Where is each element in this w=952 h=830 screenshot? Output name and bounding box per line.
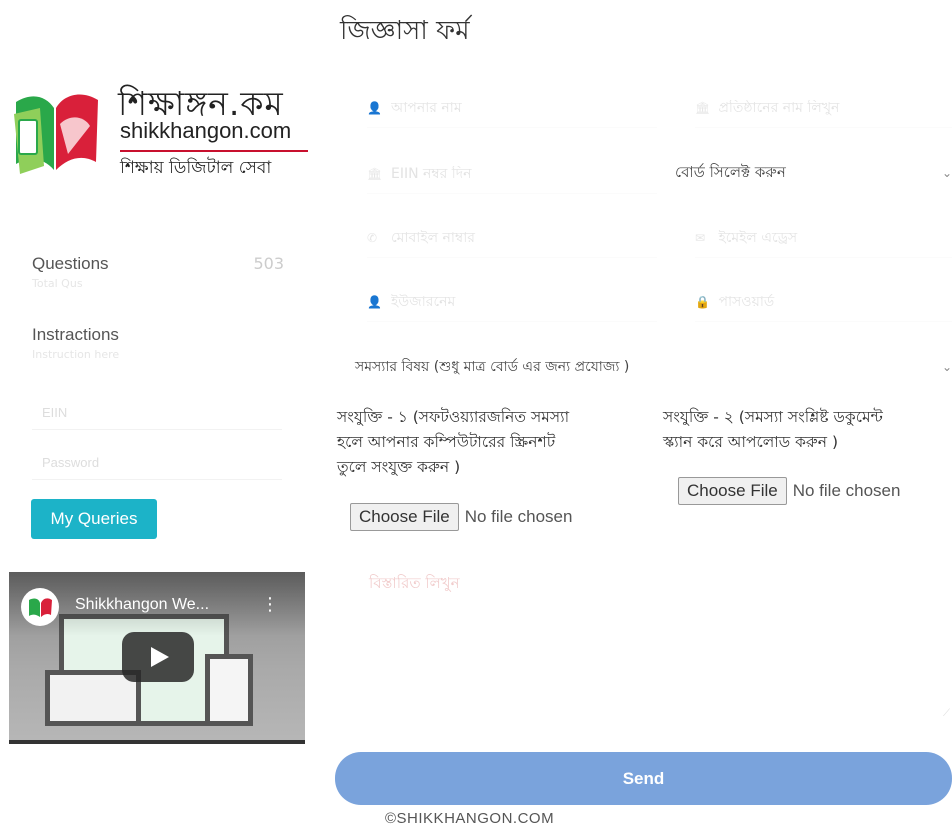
eiin-field[interactable]: 🏛 <box>367 154 657 194</box>
eiin-login-input[interactable] <box>32 396 282 430</box>
tablet-graphic <box>205 654 253 726</box>
brand-divider <box>120 150 308 152</box>
stat-value: 503 <box>253 254 284 273</box>
attachment-1-label: সংযুক্তি - ১ (সফটওয়্যারজনিত সমস্যা হলে … <box>337 405 637 480</box>
copyright: ©SHIKKHANGON.COM <box>385 810 555 827</box>
stat-sub: Instruction here <box>32 348 120 361</box>
brand-logo[interactable]: শিক্ষাঙ্গন.কম shikkhangon.com শিক্ষায় ড… <box>10 78 310 188</box>
choose-file-button[interactable]: Choose File <box>350 503 459 531</box>
stat-questions: Questions 503 Total Qus <box>32 254 292 290</box>
lock-icon: 🔒 <box>695 294 710 309</box>
eiin-input[interactable] <box>391 165 631 182</box>
choose-file-button[interactable]: Choose File <box>678 477 787 505</box>
chevron-down-icon: ⌄ <box>941 360 952 374</box>
stat-instructions: Instractions Instruction here <box>32 325 292 361</box>
attachment-1-file: Choose File No file chosen <box>350 503 572 531</box>
password-login-input[interactable] <box>32 446 282 480</box>
board-select[interactable]: বোর্ড সিলেক্ট করুন ⌄ <box>675 153 952 193</box>
subject-select[interactable]: সমস্যার বিষয় (শুধু মাত্র বোর্ড এর জন্য … <box>355 347 952 387</box>
details-textarea[interactable]: বিস্তারিত লিখুন <box>357 560 952 720</box>
more-vert-icon[interactable]: ⋮ <box>261 594 279 615</box>
board-select-value: বোর্ড সিলেক্ট করুন <box>675 162 786 181</box>
email-input[interactable] <box>718 229 952 246</box>
form-title: জিজ্ঞাসা ফর্ম <box>340 16 470 46</box>
mobile-input[interactable] <box>391 229 631 246</box>
institution-input[interactable] <box>718 99 952 116</box>
video-title[interactable]: Shikkhangon We... <box>75 596 209 614</box>
attachment-2-file: Choose File No file chosen <box>678 477 900 505</box>
file-status: No file chosen <box>464 507 573 526</box>
sidebar: শিক্ষাঙ্গন.কম shikkhangon.com শিক্ষায় ড… <box>0 0 320 830</box>
name-input[interactable] <box>391 99 631 116</box>
attachment-label-line: সংযুক্তি - ২ (সমস্যা সংশ্লিষ্ট ডকুমেন্ট <box>663 408 883 426</box>
chevron-down-icon: ⌄ <box>941 166 952 180</box>
phone-icon: ✆ <box>367 230 378 245</box>
channel-avatar-icon[interactable] <box>21 588 59 626</box>
password-field[interactable]: 🔒 <box>695 282 952 322</box>
stat-label: Instractions <box>32 325 119 344</box>
send-button[interactable]: Send <box>335 752 952 805</box>
attachment-label-line: হলে আপনার কম্পিউটারের স্ক্রিনশট <box>337 433 556 451</box>
name-field[interactable]: 👤 <box>367 88 657 128</box>
user-icon: 👤 <box>367 294 382 309</box>
envelope-icon: ✉ <box>695 230 706 245</box>
username-input[interactable] <box>391 293 631 310</box>
institution-icon: 🏛 <box>695 100 711 115</box>
attachment-label-line: স্ক্যান করে আপলোড করুন ) <box>663 433 839 451</box>
username-field[interactable]: 👤 <box>367 282 657 322</box>
my-queries-button[interactable]: My Queries <box>31 499 157 539</box>
mobile-field[interactable]: ✆ <box>367 218 657 258</box>
institution-field[interactable]: 🏛 <box>695 88 952 128</box>
book-logo-icon <box>14 94 98 174</box>
stat-sub: Total Qus <box>32 277 83 290</box>
user-icon: 👤 <box>367 100 382 115</box>
brand-domain: shikkhangon.com <box>120 118 292 143</box>
attachment-label-line: সংযুক্তি - ১ (সফটওয়্যারজনিত সমস্যা <box>337 408 570 426</box>
attachment-2-label: সংযুক্তি - ২ (সমস্যা সংশ্লিষ্ট ডকুমেন্ট … <box>663 405 952 455</box>
resize-handle-icon[interactable]: ⟋ <box>943 708 950 719</box>
institution-icon: 🏛 <box>367 166 383 181</box>
play-icon[interactable] <box>122 632 194 682</box>
attachment-label-line: তুলে সংযুক্ত করুন ) <box>337 458 461 476</box>
password-input[interactable] <box>718 293 952 310</box>
subject-select-value: সমস্যার বিষয় (শুধু মাত্র বোর্ড এর জন্য … <box>355 359 630 375</box>
file-status: No file chosen <box>792 481 901 500</box>
inquiry-form: জিজ্ঞাসা ফর্ম 👤 🏛 🏛 বোর্ড সিলেক্ট করুন ⌄… <box>335 0 952 830</box>
email-field[interactable]: ✉ <box>695 218 952 258</box>
video-player[interactable]: Shikkhangon We... ⋮ <box>9 572 305 744</box>
brand-tagline: শিক্ষায় ডিজিটাল সেবা <box>120 158 272 178</box>
video-progress-bar <box>9 740 305 744</box>
